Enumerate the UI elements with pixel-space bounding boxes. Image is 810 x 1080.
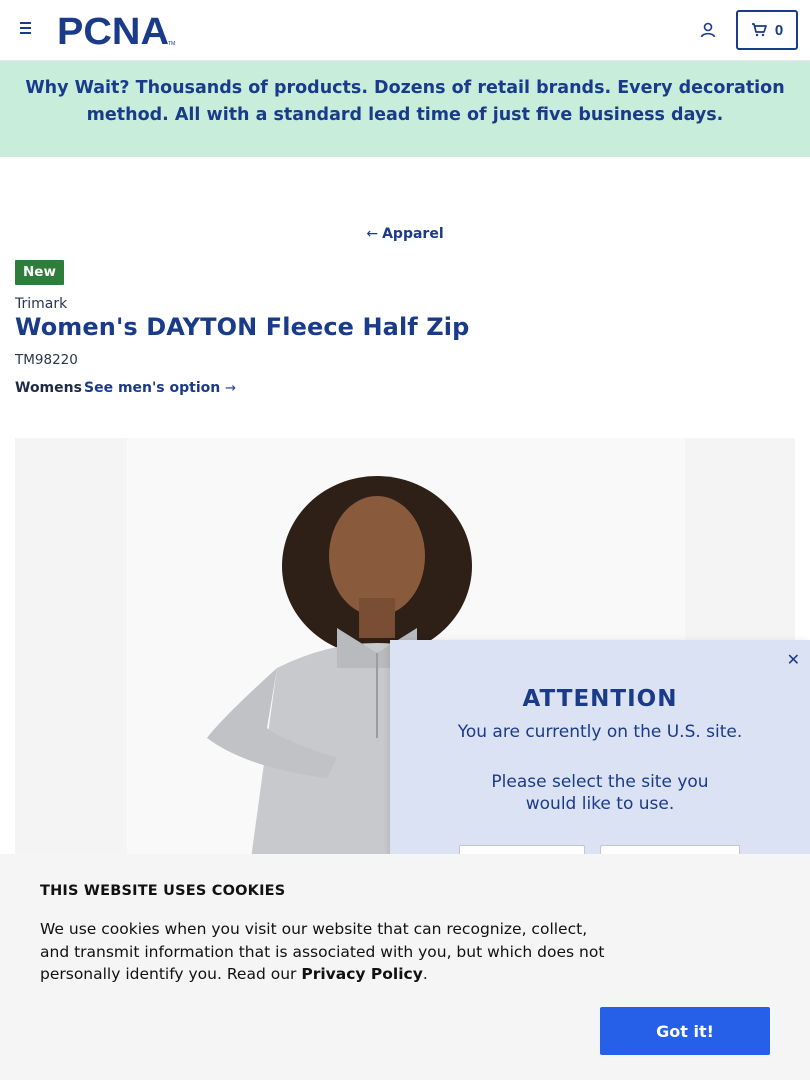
attention-current-site: You are currently on the U.S. site. — [457, 722, 743, 742]
cart-icon — [751, 23, 767, 37]
logo-text: PCNA — [57, 13, 169, 47]
arrow-left-icon: ← — [366, 226, 379, 242]
got-it-button[interactable]: Got it! — [600, 1007, 770, 1055]
privacy-policy-link[interactable]: Privacy Policy — [301, 965, 423, 983]
arrow-right-icon: → — [225, 381, 236, 396]
product-brand: Trimark — [15, 296, 68, 312]
mens-option-link[interactable]: See men's option → — [84, 380, 236, 396]
promo-lead: Why Wait? — [25, 78, 130, 98]
back-to-apparel-link[interactable]: ← Apparel — [0, 226, 810, 242]
attention-heading: ATTENTION — [522, 686, 678, 712]
new-badge: New — [15, 260, 64, 285]
svg-text:TM: TM — [168, 41, 175, 47]
promo-banner: Why Wait? Thousands of products. Dozens … — [0, 61, 810, 157]
cookie-body-period: . — [422, 965, 428, 983]
cookie-body: We use cookies when you visit our websit… — [40, 918, 615, 986]
cookie-banner: THIS WEBSITE USES COOKIES We use cookies… — [0, 854, 810, 1080]
account-icon[interactable] — [699, 21, 717, 39]
promo-text: Thousands of products. Dozens of retail … — [86, 78, 785, 125]
cookie-heading: THIS WEBSITE USES COOKIES — [40, 883, 286, 899]
back-link-label: Apparel — [382, 226, 444, 242]
menu-icon[interactable] — [20, 22, 36, 38]
cart-count: 0 — [774, 21, 784, 39]
mens-option-label: See men's option — [84, 380, 221, 396]
close-icon[interactable]: ✕ — [787, 650, 800, 669]
product-gender: Womens — [15, 380, 82, 396]
product-title: Women's DAYTON Fleece Half Zip — [15, 313, 470, 341]
cart-button[interactable]: 0 — [736, 10, 798, 50]
pcna-logo[interactable]: PCNA TM — [57, 13, 177, 47]
attention-instruction: Please select the site you would like to… — [491, 772, 709, 814]
product-sku: TM98220 — [15, 352, 78, 368]
site-header: PCNA TM 0 — [0, 0, 810, 61]
